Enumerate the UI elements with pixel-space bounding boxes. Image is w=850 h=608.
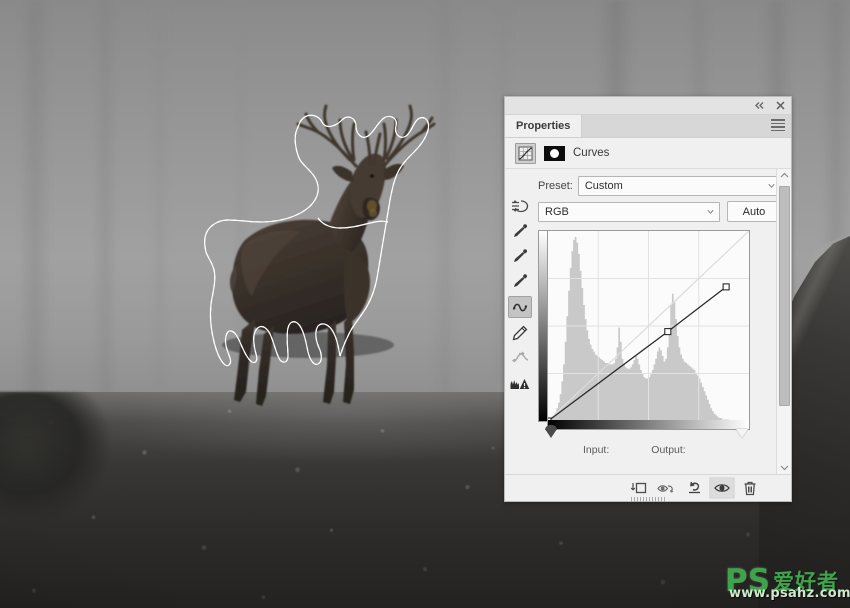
chevron-down-icon	[780, 465, 788, 471]
eye-icon	[714, 484, 730, 492]
scrollbar-thumb[interactable]	[779, 186, 790, 406]
preset-value: Custom	[584, 179, 623, 192]
tab-properties[interactable]: Properties	[505, 115, 583, 137]
curves-graph[interactable]	[547, 230, 750, 422]
reset-arrow-icon	[688, 481, 700, 494]
close-icon	[776, 101, 785, 110]
eye-previous-icon	[657, 484, 674, 493]
chevron-down-icon	[768, 183, 775, 189]
reset-adjustment-button[interactable]	[681, 477, 707, 499]
output-label: Output:	[651, 444, 686, 456]
smooth-curve-icon	[511, 351, 528, 363]
collapse-panel-button[interactable]	[753, 99, 766, 112]
curves-adjustment-icon[interactable]	[515, 142, 536, 164]
curve-wave-icon	[512, 303, 528, 311]
smooth-curve-button[interactable]	[509, 348, 531, 368]
watermark-url: www.psahz.com	[729, 586, 850, 601]
layer-mask-thumbnail[interactable]	[544, 145, 565, 161]
input-output-readout: Input: Output:	[535, 430, 791, 456]
channel-select[interactable]: RGB	[538, 201, 720, 222]
scroll-up-arrow[interactable]	[780, 169, 789, 182]
panel-resize-grip[interactable]	[631, 497, 665, 502]
clipping-warning-toggle[interactable]	[509, 373, 531, 393]
highlight-handle[interactable]	[722, 283, 730, 291]
curve-point-tool[interactable]	[508, 296, 532, 318]
auto-button[interactable]: Auto	[727, 201, 781, 222]
watermark: PS 爱好者 www.psahz.com	[725, 560, 850, 602]
curves-content: Preset: Custom RGB Auto Input: Output:	[535, 169, 791, 474]
curves-graph-area[interactable]	[538, 230, 750, 438]
scroll-down-arrow[interactable]	[780, 461, 789, 474]
double-chevron-left-icon	[755, 102, 764, 109]
pencil-draw-curve-tool[interactable]	[509, 323, 531, 343]
channel-row: RGB Auto	[535, 195, 791, 222]
black-point-eyedropper[interactable]	[509, 221, 531, 241]
eyedropper-white-icon	[514, 274, 528, 287]
preset-select[interactable]: Custom	[577, 175, 781, 196]
gray-point-eyedropper[interactable]	[509, 246, 531, 266]
targeted-adjustment-icon	[512, 200, 529, 213]
white-input-slider[interactable]	[736, 429, 748, 438]
white-point-eyedropper[interactable]	[509, 271, 531, 291]
eyedropper-gray-icon	[514, 249, 528, 262]
view-previous-state-button[interactable]	[653, 477, 679, 499]
panel-menu-icon[interactable]	[771, 119, 785, 131]
channel-value: RGB	[545, 205, 569, 218]
clipping-warning-icon	[510, 378, 530, 389]
trash-icon	[744, 481, 756, 495]
chevron-down-icon	[707, 209, 714, 215]
curves-glyph-icon	[518, 146, 533, 160]
curves-tools-column	[505, 169, 535, 474]
chevron-up-icon	[780, 172, 788, 178]
clip-to-layer-icon	[630, 482, 646, 494]
properties-panel[interactable]: Properties Curves Preset: Custom RGB Aut…	[504, 96, 792, 502]
panel-scrollbar[interactable]	[776, 169, 791, 474]
preset-label: Preset:	[538, 179, 573, 192]
eyedropper-black-icon	[514, 224, 528, 237]
delete-adjustment-layer-button[interactable]	[737, 477, 763, 499]
input-label: Input:	[583, 444, 610, 456]
clip-to-layer-button[interactable]	[625, 477, 651, 499]
targeted-adjustment-tool[interactable]	[509, 196, 531, 216]
close-panel-button[interactable]	[774, 99, 787, 112]
preset-row: Preset: Custom	[535, 175, 791, 196]
input-gradient-bar	[547, 420, 750, 430]
curves-plot	[548, 231, 749, 421]
panel-tab-row: Properties	[505, 115, 791, 138]
panel-titlebar	[505, 97, 791, 115]
toggle-layer-visibility-button[interactable]	[709, 477, 735, 499]
pencil-icon	[512, 325, 528, 341]
mid-point-handle[interactable]	[664, 328, 672, 336]
adjustment-title: Curves	[573, 147, 610, 159]
panel-body: Preset: Custom RGB Auto Input: Output:	[505, 169, 791, 474]
scrollbar-track[interactable]	[777, 182, 791, 461]
black-input-slider[interactable]	[545, 425, 557, 438]
adjustment-header: Curves	[505, 138, 791, 169]
